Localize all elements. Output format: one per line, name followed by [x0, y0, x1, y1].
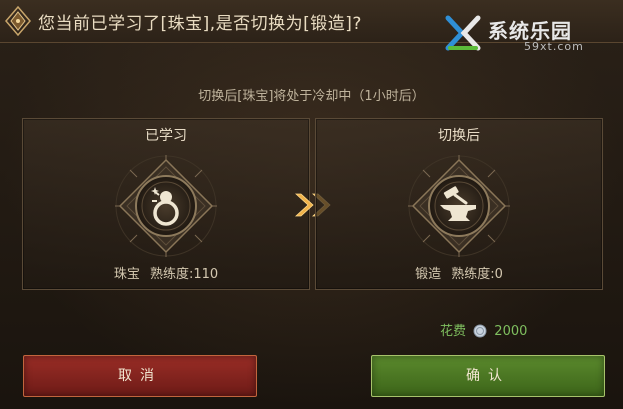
- ornament-icon: [5, 6, 31, 36]
- switch-skill-info: 锻造 熟练度:0: [316, 263, 602, 282]
- learned-panel-header: 已学习: [145, 128, 187, 144]
- switch-skill-proficiency: 熟练度:0: [451, 267, 503, 282]
- watermark-logo-icon: [445, 15, 481, 51]
- anvil-icon: [408, 155, 510, 257]
- switch-panel-header: 切换后: [438, 128, 480, 144]
- switch-profession-dialog: 您当前已学习了[珠宝],是否切换为[锻造]? 系统乐园 59xt.com 切换后…: [0, 0, 623, 409]
- switch-cost: 花费 2000: [440, 320, 527, 340]
- confirm-button[interactable]: 确认: [371, 355, 605, 397]
- watermark: 系统乐园 59xt.com: [444, 14, 616, 68]
- cooldown-notice: 切换后[珠宝]将处于冷却中（1小时后）: [198, 89, 425, 104]
- learned-skill-name: 珠宝: [113, 267, 140, 282]
- learned-skill-panel: 已学习 珠宝 熟练度:110: [22, 118, 310, 290]
- ring-icon: [115, 155, 217, 257]
- watermark-url: 59xt.com: [524, 40, 584, 53]
- learned-skill-proficiency: 熟练度:110: [149, 267, 219, 282]
- cost-value: 2000: [494, 324, 528, 339]
- cost-label: 花费: [440, 324, 467, 339]
- dialog-title: 您当前已学习了[珠宝],是否切换为[锻造]?: [38, 14, 362, 34]
- switch-skill-panel: 切换后 锻造 熟练度:0: [315, 118, 603, 290]
- silver-coin-icon: [473, 324, 487, 338]
- switch-skill-name: 锻造: [415, 267, 442, 282]
- cancel-button[interactable]: 取消: [23, 355, 257, 397]
- learned-skill-info: 珠宝 熟练度:110: [23, 263, 309, 282]
